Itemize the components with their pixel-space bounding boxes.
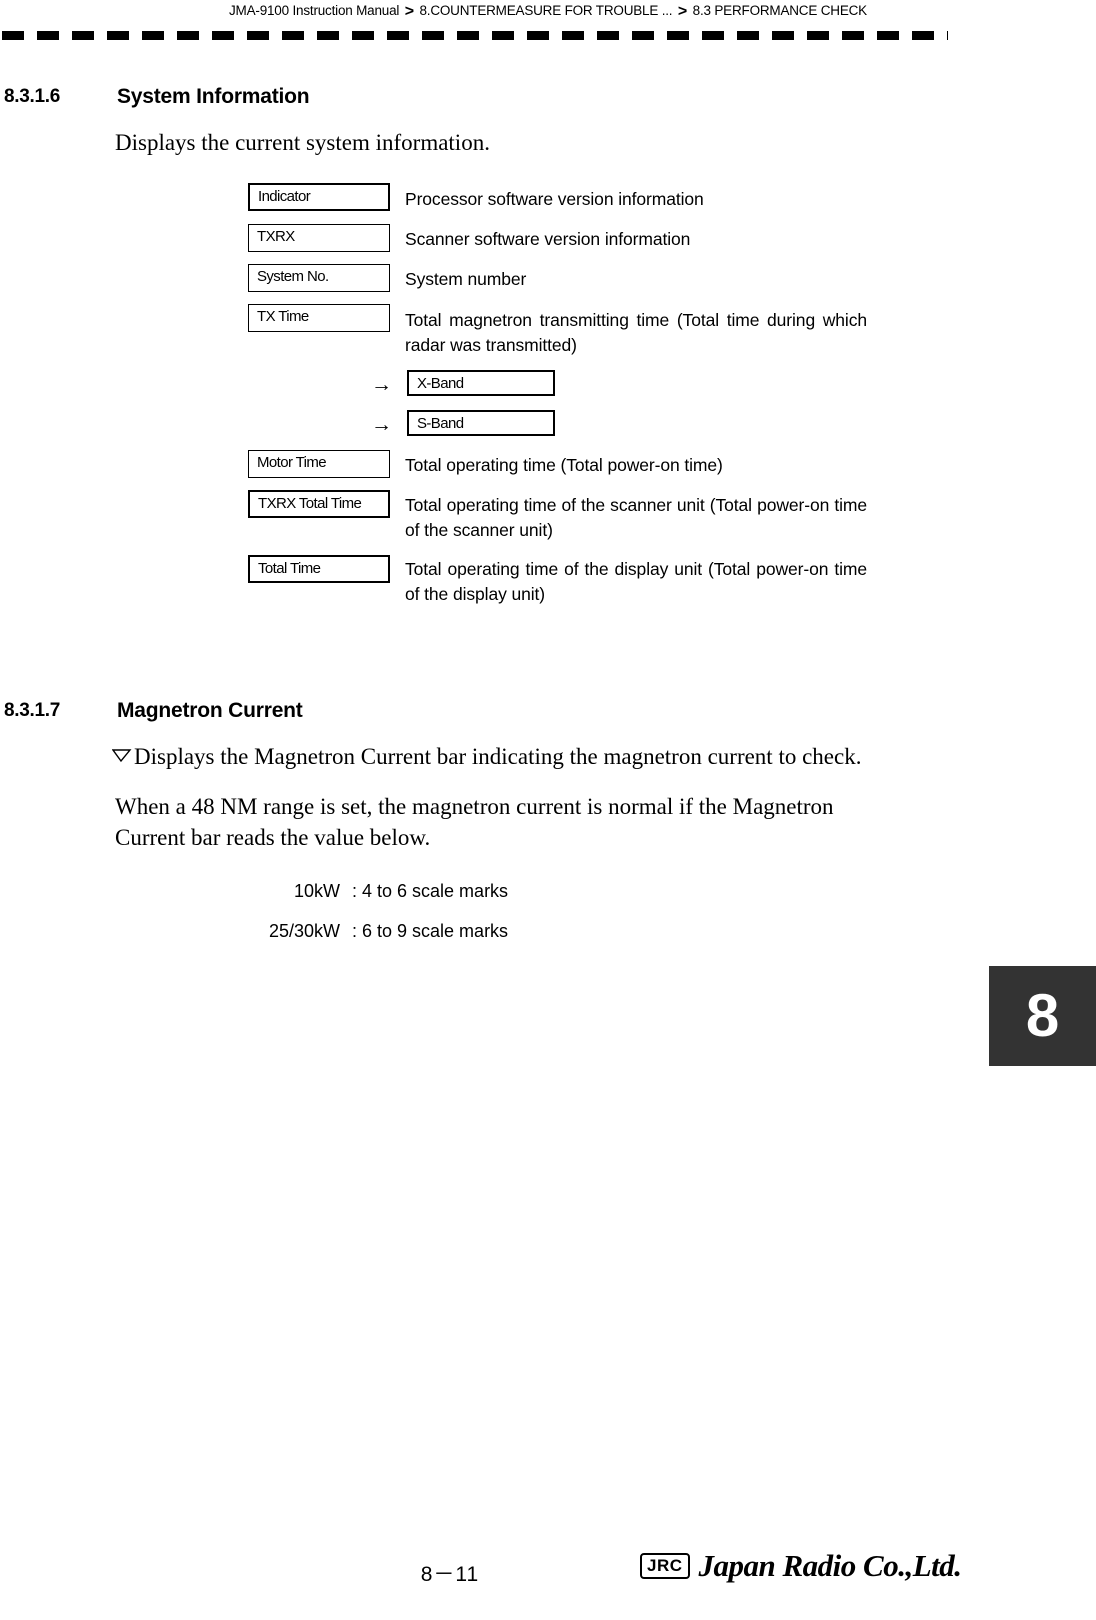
breadcrumb-manual: JMA-9100 Instruction Manual bbox=[229, 3, 400, 18]
company-logo: JRC Japan Radio Co.,Ltd. bbox=[640, 1550, 962, 1582]
page-number: 8－11 bbox=[420, 1563, 480, 1586]
scale-row-10kw: 10kW : 4 to 6 scale marks bbox=[222, 879, 508, 903]
company-name: Japan Radio Co.,Ltd. bbox=[698, 1548, 963, 1583]
breadcrumb-section: 8.3 PERFORMANCE CHECK bbox=[692, 3, 868, 18]
label-box-indicator: Indicator bbox=[248, 183, 390, 211]
label-box-system-no: System No. bbox=[248, 264, 390, 292]
description-system-no: System number bbox=[405, 269, 527, 289]
description-txrx: Scanner software version information bbox=[405, 229, 691, 249]
scale-power-label: 25/30kW bbox=[268, 921, 340, 941]
breadcrumb-header: JMA-9100 Instruction Manual > 8.COUNTERM… bbox=[0, 0, 1096, 24]
magnetron-bullet-row: Displays the Magnetron Current bar indic… bbox=[112, 741, 942, 772]
label-box-s-band: S-Band bbox=[407, 410, 555, 436]
scale-row-25-30kw: 25/30kW : 6 to 9 scale marks bbox=[222, 919, 508, 943]
chapter-tab: 8 bbox=[989, 966, 1096, 1066]
pennant-bullet-icon bbox=[112, 749, 132, 771]
description-tx-time: Total magnetron transmitting time (Total… bbox=[405, 310, 867, 355]
description-motor-time: Total operating time (Total power-on tim… bbox=[405, 455, 723, 475]
breadcrumb-chapter: 8.COUNTERMEASURE FOR TROUBLE ... bbox=[419, 3, 673, 18]
arrow-right-icon: → bbox=[371, 412, 392, 436]
breadcrumb-separator-1: > bbox=[404, 3, 414, 20]
magnetron-bullet-text: Displays the Magnetron Current bar indic… bbox=[134, 744, 862, 769]
scale-value-label: : 4 to 6 scale marks bbox=[352, 881, 509, 901]
label-box-txrx: TXRX bbox=[248, 224, 390, 252]
arrow-right-icon: → bbox=[371, 372, 392, 396]
scale-power-label: 10kW bbox=[293, 881, 340, 901]
section-intro-text: Displays the current system information. bbox=[115, 130, 490, 155]
label-box-total-time: Total Time bbox=[248, 555, 390, 583]
scale-value-label: : 6 to 9 scale marks bbox=[352, 921, 509, 941]
label-box-txrx-total-time: TXRX Total Time bbox=[248, 490, 390, 518]
description-total-time: Total operating time of the display unit… bbox=[405, 559, 867, 604]
section-title-system-information: System Information bbox=[117, 85, 310, 108]
breadcrumb-separator-2: > bbox=[677, 3, 688, 20]
label-box-x-band: X-Band bbox=[407, 370, 555, 396]
section-title-magnetron-current: Magnetron Current bbox=[117, 699, 303, 722]
jrc-mark-icon: JRC bbox=[640, 1553, 690, 1579]
label-box-motor-time: Motor Time bbox=[248, 450, 390, 478]
label-box-tx-time: TX Time bbox=[248, 304, 390, 332]
description-txrx-total-time: Total operating time of the scanner unit… bbox=[405, 495, 867, 540]
section-number-8317: 8.3.1.7 bbox=[4, 700, 61, 721]
description-indicator: Processor software version information bbox=[405, 189, 704, 209]
magnetron-paragraph: When a 48 NM range is set, the magnetron… bbox=[115, 794, 834, 850]
section-number-8316: 8.3.1.6 bbox=[4, 86, 61, 107]
header-dashed-rule bbox=[2, 31, 948, 40]
